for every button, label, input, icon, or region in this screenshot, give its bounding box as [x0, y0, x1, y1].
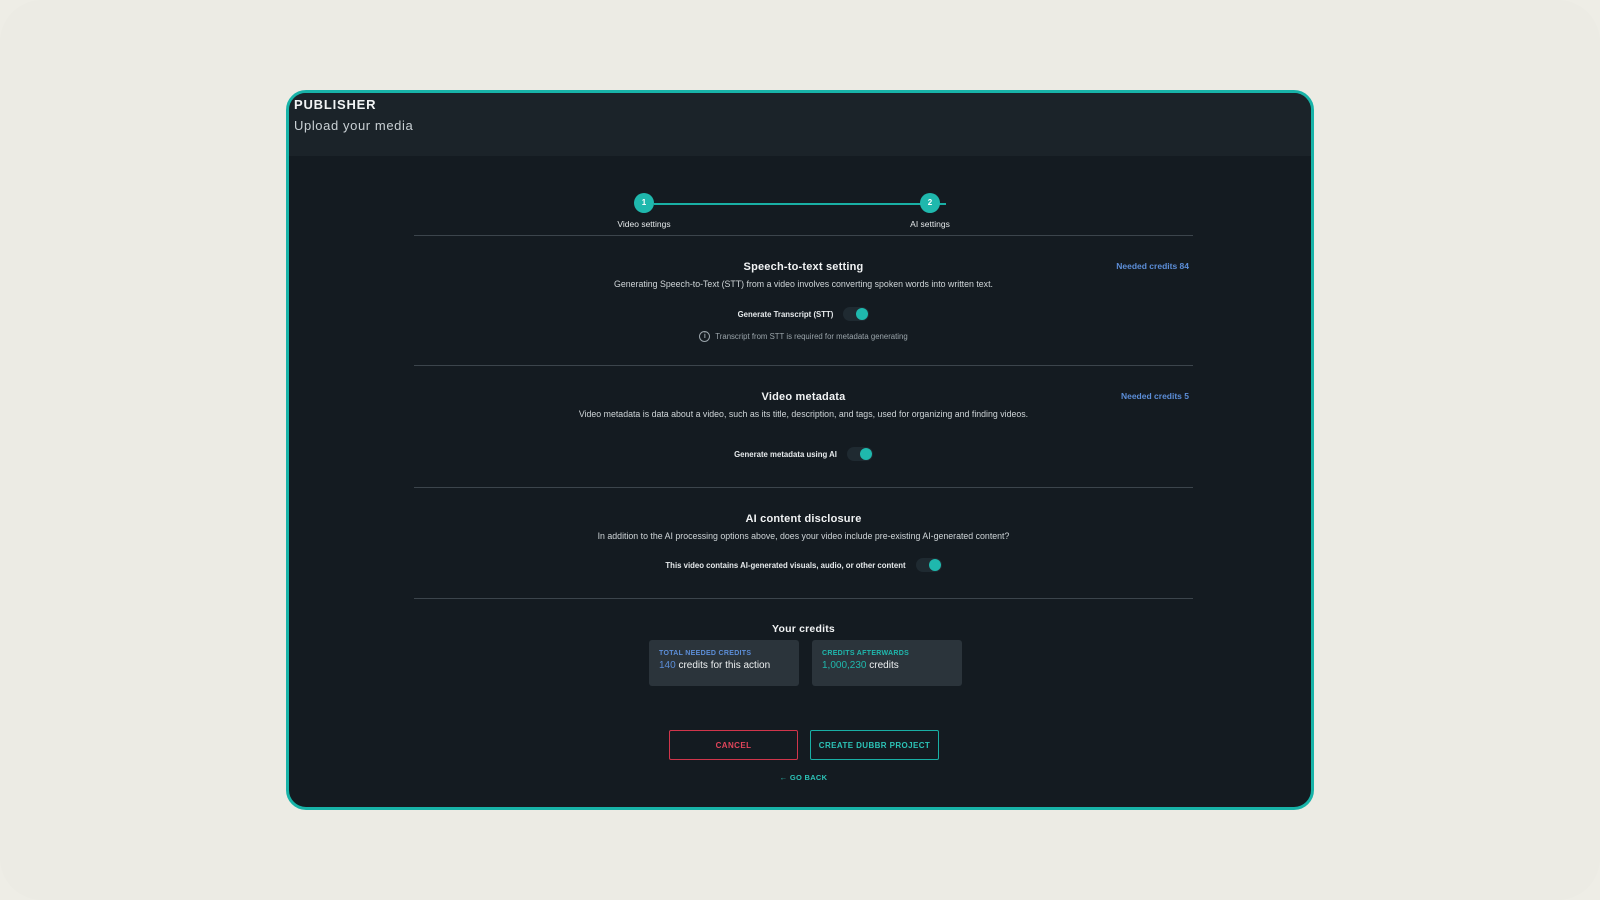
- divider: [414, 487, 1193, 488]
- app-backdrop: PUBLISHER Upload your media 1 Video sett…: [0, 0, 1600, 900]
- credits-afterwards-suffix: credits: [866, 660, 899, 671]
- stt-info-text: Transcript from STT is required for meta…: [715, 331, 908, 341]
- step-2-indicator[interactable]: 2: [920, 193, 940, 213]
- disclosure-toggle-row: This video contains AI-generated visuals…: [414, 557, 1193, 573]
- step-2-label[interactable]: AI settings: [870, 219, 990, 229]
- disclosure-section-title: AI content disclosure: [745, 513, 862, 525]
- toggle-knob: [859, 448, 872, 460]
- toggle-knob: [928, 559, 941, 571]
- stt-toggle-label: Generate Transcript (STT): [737, 309, 834, 319]
- total-needed-credits-card: TOTAL NEEDED CREDITS 140 credits for thi…: [649, 640, 799, 686]
- stt-section-description: Generating Speech-to-Text (STT) from a v…: [614, 279, 993, 289]
- metadata-toggle[interactable]: [846, 447, 873, 461]
- brand-title: PUBLISHER: [294, 97, 377, 112]
- total-needed-number: 140: [659, 660, 676, 671]
- stt-toggle[interactable]: [843, 307, 870, 321]
- total-needed-caption: TOTAL NEEDED CREDITS: [659, 650, 752, 657]
- cancel-button[interactable]: CANCEL: [669, 730, 798, 760]
- step-1-indicator[interactable]: 1: [634, 193, 654, 213]
- divider: [414, 598, 1193, 599]
- credits-afterwards-caption: CREDITS AFTERWARDS: [822, 650, 910, 657]
- divider: [414, 235, 1193, 236]
- disclosure-section-description: In addition to the AI processing options…: [597, 531, 1010, 541]
- disclosure-toggle-label: This video contains AI-generated visuals…: [665, 560, 906, 570]
- credits-title: Your credits: [772, 623, 835, 635]
- metadata-toggle-label: Generate metadata using AI: [734, 449, 837, 459]
- stepper-progress-line: [654, 203, 946, 205]
- disclosure-toggle[interactable]: [915, 558, 942, 572]
- publisher-window: PUBLISHER Upload your media 1 Video sett…: [286, 90, 1314, 810]
- stt-toggle-row: Generate Transcript (STT): [414, 306, 1193, 322]
- credits-afterwards-value: 1,000,230 credits: [822, 660, 952, 671]
- stt-needed-credits: Needed credits 84: [1116, 261, 1189, 271]
- stt-info-row: i Transcript from STT is required for me…: [414, 329, 1193, 343]
- divider: [414, 365, 1193, 366]
- total-needed-suffix: credits for this action: [675, 660, 771, 671]
- window-header: PUBLISHER Upload your media: [289, 93, 1311, 156]
- credits-afterwards-number: 1,000,230: [822, 660, 867, 671]
- step-1-label[interactable]: Video settings: [584, 219, 704, 229]
- total-needed-value: 140 credits for this action: [659, 660, 789, 671]
- metadata-section-description: Video metadata is data about a video, su…: [578, 409, 1029, 419]
- page-subtitle: Upload your media: [294, 118, 414, 133]
- metadata-toggle-row: Generate metadata using AI: [414, 446, 1193, 462]
- info-icon: i: [699, 330, 711, 342]
- metadata-section-title: Video metadata: [761, 391, 846, 403]
- credits-afterwards-card: CREDITS AFTERWARDS 1,000,230 credits: [812, 640, 962, 686]
- go-back-link[interactable]: ← GO BACK: [414, 773, 1193, 782]
- metadata-needed-credits: Needed credits 5: [1120, 391, 1189, 401]
- create-project-button[interactable]: CREATE DUBBR PROJECT: [810, 730, 939, 760]
- toggle-knob: [856, 308, 869, 320]
- stt-section-title: Speech-to-text setting: [743, 261, 864, 273]
